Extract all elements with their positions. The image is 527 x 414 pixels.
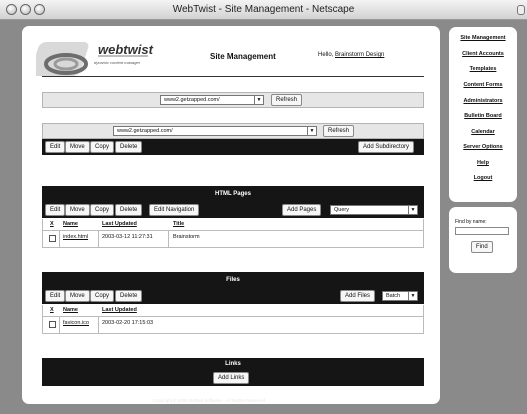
divider [42,333,424,334]
user-name-link[interactable]: Brainstorm Design [335,52,384,58]
page-title-cell: Brainstorm [173,234,200,240]
divider [98,316,99,333]
pages-mode-value: Query [334,207,349,213]
find-button[interactable]: Find [471,241,493,253]
sidebar-item-logout[interactable]: Logout [449,175,517,181]
window-titlebar: WebTwist - Site Management - Netscape [0,0,527,20]
site-select-value: www2.getzapped.com/ [164,97,220,103]
pages-mode-select[interactable]: Query ▼ [330,205,418,215]
directory-refresh-button[interactable]: Refresh [323,125,355,137]
row-select-checkbox[interactable] [49,235,56,242]
directory-path-bar: www2.getzapped.com/ ▼ Refresh [42,123,424,139]
add-subdirectory-button[interactable]: Add Subdirectory [358,141,415,153]
footer-copyright: Copyright © 2001 Bottled Software - All … [152,398,266,403]
page-name-link[interactable]: index.html [63,232,88,242]
divider [42,219,43,247]
divider [423,305,424,333]
browser-content: webtwist dynamic content manager Site Ma… [0,20,527,414]
dir-move-button[interactable]: Move [65,141,90,153]
files-col-name[interactable]: Name [63,305,78,316]
greeting-prefix: Hello, [318,52,334,58]
dir-edit-button[interactable]: Edit [45,141,66,153]
divider [59,230,60,247]
window-title: WebTwist - Site Management - Netscape [172,4,355,15]
links-header: Links [42,358,424,370]
sidebar-item-bulletin-board[interactable]: Bulletin Board [449,113,517,119]
greeting: Hello, Brainstorm Design [318,52,384,58]
file-last-updated: 2003-02-20 17:15:03 [102,320,154,326]
links-toolbar: Add Links [42,370,424,386]
files-mode-value: Batch [386,293,401,299]
pages-copy-button[interactable]: Copy [90,204,115,216]
add-files-button[interactable]: Add Files [340,290,376,302]
pages-edit-button[interactable]: Edit [45,204,66,216]
directory-select-value: www2.getzapped.com/ [117,128,173,134]
divider [59,316,60,333]
files-mode-select[interactable]: Batch ▼ [382,291,418,301]
sidebar-item-administrators[interactable]: Administrators [449,98,517,104]
add-links-button[interactable]: Add Links [213,372,250,384]
files-col-last-updated[interactable]: Last Updated [102,305,137,316]
divider [42,230,424,231]
files-delete-button[interactable]: Delete [115,290,143,302]
html-pages-header: HTML Pages [42,186,424,202]
divider [42,247,424,248]
directory-toolbar: Edit Move Copy Delete Add Subdirectory [42,139,424,155]
files-col-x[interactable]: X [50,305,54,316]
sidebar-item-site-management[interactable]: Site Management [449,35,517,41]
divider [98,230,99,247]
add-pages-button[interactable]: Add Pages [282,204,322,216]
dir-delete-button[interactable]: Delete [115,141,143,153]
pages-col-last-updated[interactable]: Last Updated [102,219,137,230]
pages-delete-button[interactable]: Delete [115,204,143,216]
files-toolbar: Edit Move Copy Delete Add Files Batch ▼ [42,288,424,304]
row-select-checkbox[interactable] [49,321,56,328]
logo-text: webtwist [98,42,153,57]
chevron-down-icon: ▼ [254,96,263,104]
files-edit-button[interactable]: Edit [45,290,66,302]
sidebar-item-client-accounts[interactable]: Client Accounts [449,51,517,57]
site-select[interactable]: www2.getzapped.com/ ▼ [160,95,264,105]
divider [42,316,424,317]
pages-col-title[interactable]: Title [173,219,184,230]
chevron-down-icon: ▼ [408,292,417,300]
sidebar-item-calendar[interactable]: Calendar [449,129,517,135]
main-panel: webtwist dynamic content manager Site Ma… [22,26,440,404]
directory-select[interactable]: www2.getzapped.com/ ▼ [113,126,317,136]
find-label: Find by name: [455,219,487,225]
files-copy-button[interactable]: Copy [90,290,115,302]
chevron-down-icon: ▼ [307,127,316,135]
webtwist-logo: webtwist dynamic content manager [30,36,186,80]
chevron-down-icon: ▼ [408,206,417,214]
divider [168,230,169,247]
find-panel: Find by name: Find [449,207,517,273]
pages-col-x[interactable]: X [50,219,54,230]
sidebar-item-templates[interactable]: Templates [449,66,517,72]
dir-copy-button[interactable]: Copy [90,141,115,153]
page-title: Site Management [210,52,276,61]
sidebar-item-help[interactable]: Help [449,160,517,166]
pages-col-name[interactable]: Name [63,219,78,230]
toolbar-toggle-button[interactable] [517,5,525,15]
find-input[interactable] [455,227,509,235]
sidebar-item-server-options[interactable]: Server Options [449,144,517,150]
file-name-link[interactable]: favicon.ico [63,318,89,328]
logo-tagline: dynamic content manager [94,60,141,65]
header-divider [42,76,424,77]
pages-move-button[interactable]: Move [65,204,90,216]
sidebar-nav: Site Management Client Accounts Template… [449,27,517,202]
divider [42,305,43,333]
sidebar-item-content-forms[interactable]: Content Forms [449,82,517,88]
divider [423,219,424,247]
page-last-updated: 2003-03-12 11:27:31 [102,234,153,240]
files-header: Files [42,272,424,288]
edit-navigation-button[interactable]: Edit Navigation [149,204,200,216]
files-move-button[interactable]: Move [65,290,90,302]
site-selector-bar: www2.getzapped.com/ ▼ Refresh [42,92,424,108]
html-pages-toolbar: Edit Move Copy Delete Edit Navigation Ad… [42,202,424,218]
site-refresh-button[interactable]: Refresh [271,94,303,106]
